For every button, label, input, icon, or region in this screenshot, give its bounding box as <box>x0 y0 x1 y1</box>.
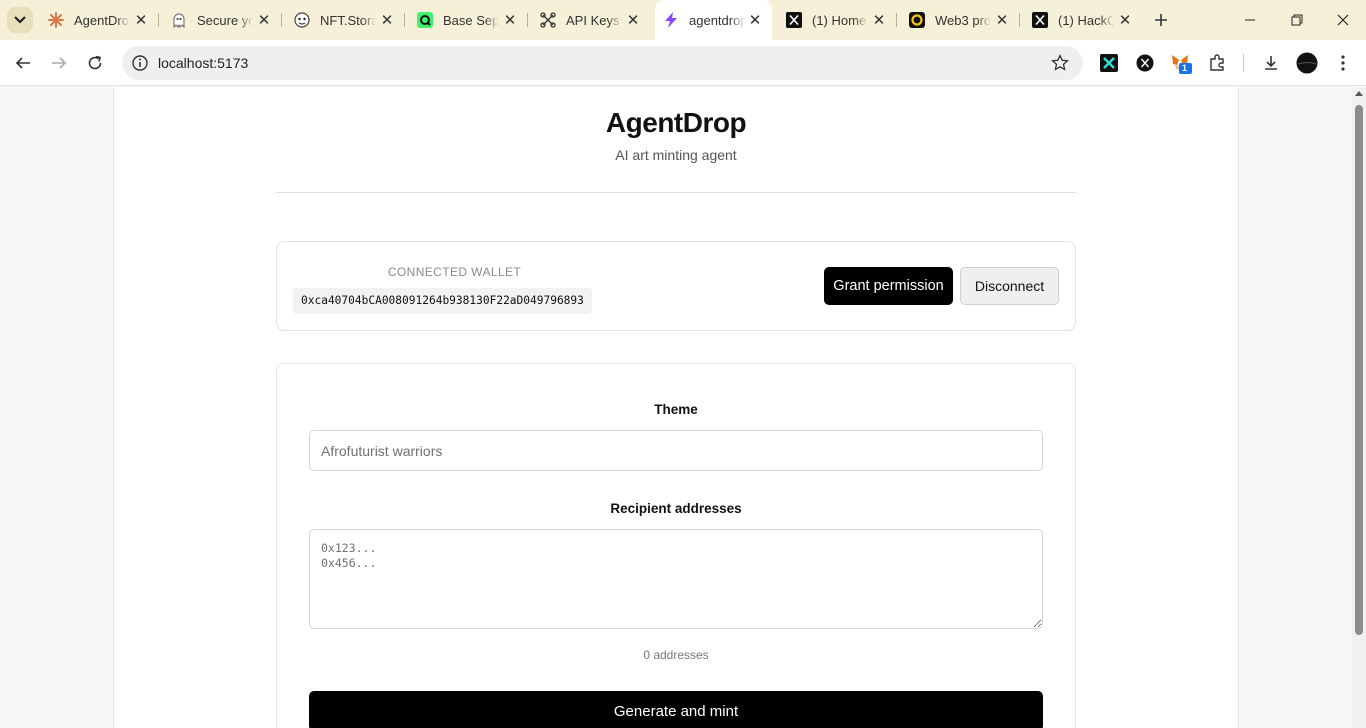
page-scrollbar[interactable] <box>1352 87 1366 728</box>
app-subtitle: AI art minting agent <box>615 147 737 163</box>
nft-storage-icon <box>294 12 310 28</box>
wallet-card: CONNECTED WALLET 0xca40704bCA008091264b9… <box>276 241 1076 331</box>
minimize-icon <box>1245 19 1255 21</box>
extension-metamask-icon[interactable]: 1 <box>1170 52 1192 74</box>
extension-x-icon[interactable] <box>1134 52 1156 74</box>
tab-strip: AgentDrop ✕ Secure your ✕ NFT.Storage ✕ … <box>0 0 1366 40</box>
tab-separator <box>158 13 159 27</box>
more-vert-icon <box>1341 55 1345 71</box>
restore-button[interactable] <box>1283 8 1311 32</box>
close-tab-icon[interactable]: ✕ <box>1116 11 1134 29</box>
scroll-thumb[interactable] <box>1355 105 1363 635</box>
tab-nft-storage[interactable]: NFT.Storage ✕ <box>286 6 405 34</box>
scroll-up-arrow-icon[interactable] <box>1355 91 1363 96</box>
tab-base-sepolia[interactable]: Base Sepolia ✕ <box>409 6 528 34</box>
back-button[interactable] <box>11 51 35 75</box>
extension-badge: 1 <box>1182 63 1188 73</box>
ghost-icon <box>171 12 187 28</box>
close-tab-icon[interactable]: ✕ <box>255 11 273 29</box>
tab-agentdrop-active[interactable]: agentdrop ✕ <box>655 0 772 40</box>
restore-icon <box>1291 14 1303 26</box>
tab-secure-your[interactable]: Secure your ✕ <box>163 6 282 34</box>
tab-title: Secure your <box>197 12 253 28</box>
arrow-right-icon <box>52 57 67 69</box>
x-logo-icon <box>1032 12 1048 28</box>
close-tab-icon[interactable]: ✕ <box>501 11 519 29</box>
tab-x-home[interactable]: (1) Home / X ✕ <box>778 6 897 34</box>
close-icon <box>1337 14 1349 26</box>
profile-avatar[interactable] <box>1296 52 1318 74</box>
tab-title: (1) Home / X <box>812 12 868 28</box>
wallet-label: CONNECTED WALLET <box>387 265 522 279</box>
x-logo-icon <box>786 12 802 28</box>
page-viewport: AgentDrop AI art minting agent CONNECTED… <box>0 87 1366 728</box>
tab-hackquest[interactable]: (1) HackQuest ✕ <box>1024 6 1142 34</box>
close-tab-icon[interactable]: ✕ <box>624 11 642 29</box>
app-title: AgentDrop <box>605 107 747 138</box>
web3-icon <box>909 12 925 28</box>
generate-and-mint-button[interactable]: Generate and mint <box>309 691 1043 728</box>
tab-separator <box>1019 13 1020 27</box>
theme-label: Theme <box>654 402 698 417</box>
tab-api-keys[interactable]: API Keys ✕ <box>532 6 650 34</box>
tab-title: (1) HackQuest <box>1058 12 1114 28</box>
reload-icon <box>88 55 102 70</box>
chevron-down-icon <box>14 16 26 24</box>
address-count: 0 addresses <box>643 648 709 662</box>
minimize-button[interactable] <box>1236 8 1264 32</box>
tab-title: Web3 project <box>935 12 991 28</box>
extension-pixel-icon[interactable] <box>1098 52 1120 74</box>
app-container: AgentDrop AI art minting agent CONNECTED… <box>113 87 1239 728</box>
tab-title: NFT.Storage <box>320 12 376 28</box>
tab-separator <box>896 13 897 27</box>
reload-button[interactable] <box>83 51 107 75</box>
tab-title: AgentDrop <box>74 12 130 28</box>
address-bar[interactable]: localhost:5173 <box>122 46 1083 80</box>
plus-icon <box>1155 14 1167 26</box>
forward-button[interactable] <box>47 51 71 75</box>
recipient-addresses-textarea[interactable] <box>309 529 1043 629</box>
tab-title: Base Sepolia <box>443 12 499 28</box>
wallet-address: 0xca40704bCA008091264b938130F22aD0497968… <box>293 288 592 314</box>
theme-input[interactable] <box>309 430 1043 471</box>
download-icon[interactable] <box>1260 52 1282 74</box>
new-tab-button[interactable] <box>1151 10 1171 30</box>
lightning-icon <box>663 12 679 28</box>
close-tab-icon[interactable]: ✕ <box>746 11 764 29</box>
site-info-icon[interactable] <box>131 54 149 72</box>
tab-web3-project[interactable]: Web3 project ✕ <box>901 6 1020 34</box>
mint-form: Theme Recipient addresses 0 addresses Ge… <box>276 363 1076 728</box>
tab-separator <box>527 13 528 27</box>
bookmark-star-icon[interactable] <box>1051 54 1069 72</box>
close-tab-icon[interactable]: ✕ <box>993 11 1011 29</box>
close-tab-icon[interactable]: ✕ <box>132 11 150 29</box>
qn-icon <box>417 12 433 28</box>
tab-agentdrop-claude[interactable]: AgentDrop ✕ <box>40 6 159 34</box>
arrow-left-icon <box>15 57 30 69</box>
browser-toolbar: localhost:5173 1 <box>0 40 1366 86</box>
close-window-button[interactable] <box>1329 8 1357 32</box>
recipients-label: Recipient addresses <box>610 501 742 516</box>
tab-separator <box>281 13 282 27</box>
tab-title: API Keys <box>566 12 620 28</box>
tab-search-button[interactable] <box>7 7 33 33</box>
header-divider <box>276 192 1076 193</box>
claude-asterisk-icon <box>48 12 64 28</box>
tab-title: agentdrop <box>689 12 745 28</box>
close-tab-icon[interactable]: ✕ <box>870 11 888 29</box>
disconnect-button[interactable]: Disconnect <box>960 267 1059 305</box>
url-text: localhost:5173 <box>158 55 249 71</box>
close-tab-icon[interactable]: ✕ <box>378 11 396 29</box>
tab-separator <box>404 13 405 27</box>
toolbar-divider <box>1243 54 1244 72</box>
grant-permission-button[interactable]: Grant permission <box>824 267 953 305</box>
extensions-puzzle-icon[interactable] <box>1206 52 1228 74</box>
grid-x-icon <box>540 12 556 28</box>
browser-menu-button[interactable] <box>1332 52 1354 74</box>
